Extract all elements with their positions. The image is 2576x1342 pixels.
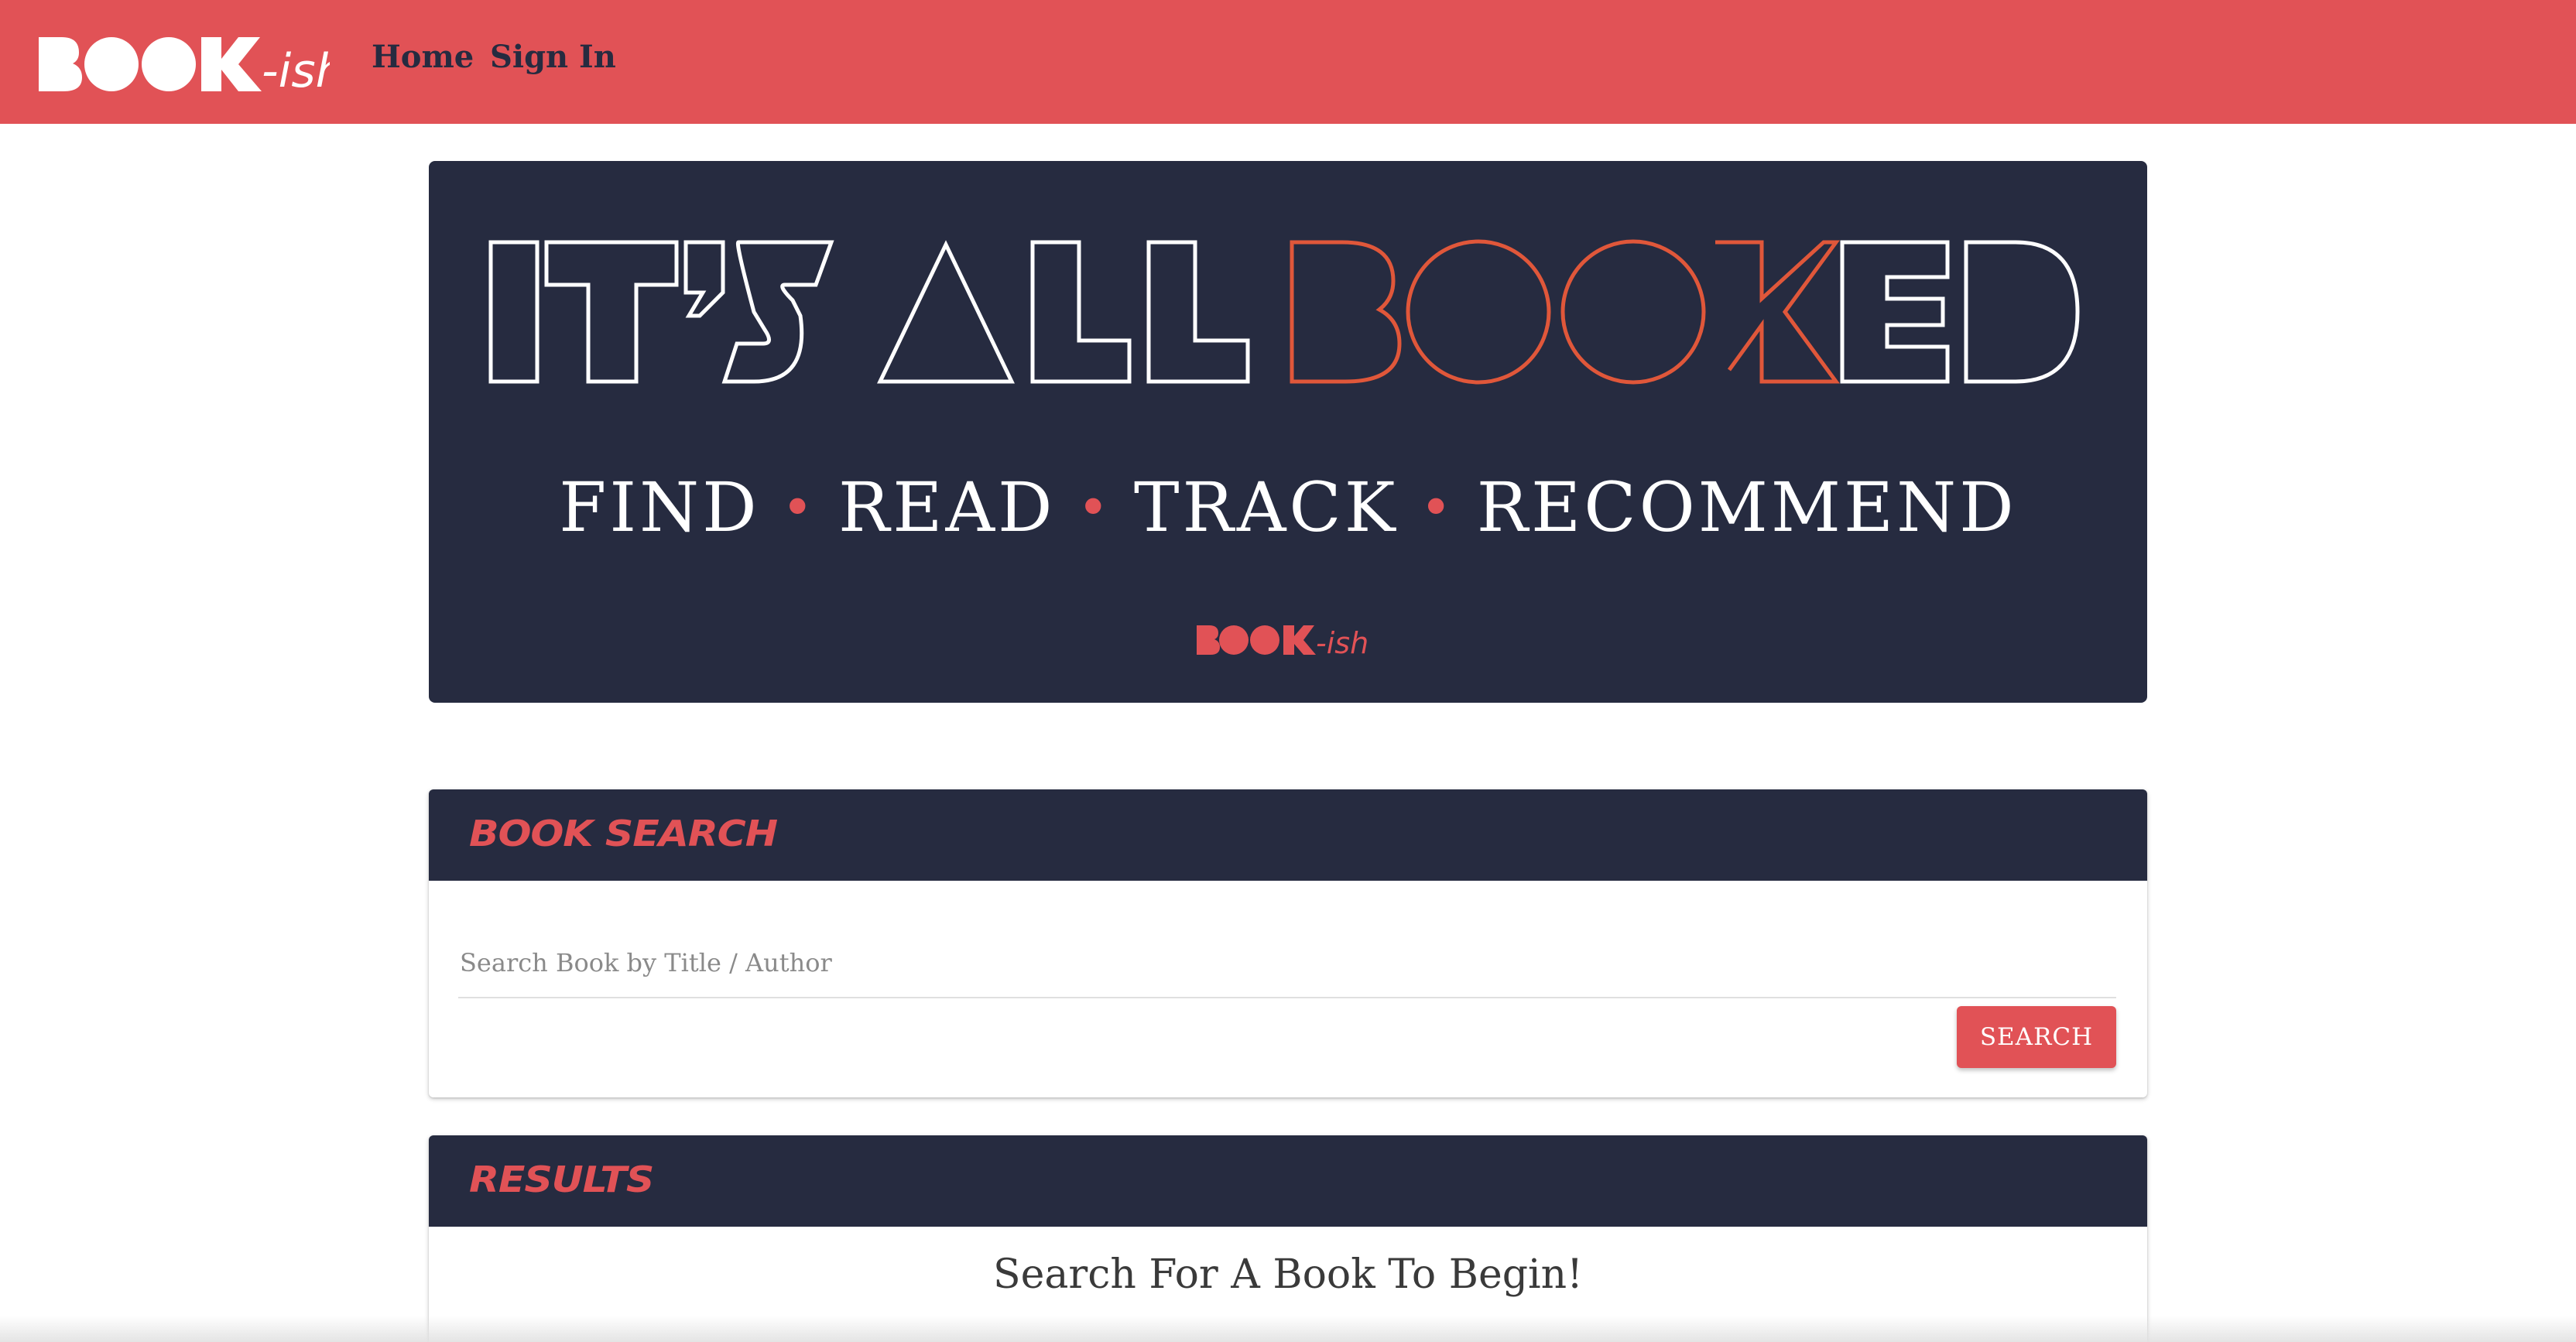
nav-link-sign-in[interactable]: Sign In	[490, 39, 616, 75]
tagline-separator: •	[1077, 476, 1112, 539]
tagline-recommend: RECOMMEND	[1476, 467, 2017, 547]
hero-headline-graphic: -ish	[488, 239, 2080, 660]
search-button[interactable]: SEARCH	[1957, 1006, 2116, 1068]
book-search-header: BOOK SEARCH	[429, 789, 2147, 881]
tagline-separator: •	[1420, 476, 1455, 539]
book-search-title: BOOK SEARCH	[469, 813, 778, 854]
svg-text:-ish: -ish	[262, 44, 330, 98]
hero-footer-logo: -ish	[1197, 625, 1368, 660]
hero-tagline: FIND • READ • TRACK • RECOMMEND	[429, 469, 2147, 551]
results-card: RESULTS Search For A Book To Begin!	[429, 1135, 2147, 1342]
svg-text:-ish: -ish	[1316, 626, 1368, 660]
results-header: RESULTS	[429, 1135, 2147, 1227]
hero-banner: -ish FIND • READ • TRACK • RECOMMEND	[429, 161, 2147, 703]
top-navbar: -ish Home Sign In	[0, 0, 2576, 124]
brand-logo[interactable]: -ish	[36, 29, 330, 99]
tagline-find: FIND	[559, 467, 760, 547]
book-search-input[interactable]	[458, 929, 2116, 998]
book-search-card: BOOK SEARCH SEARCH	[429, 789, 2147, 1097]
nav-link-home[interactable]: Home	[372, 39, 474, 75]
results-title: RESULTS	[469, 1159, 654, 1200]
results-empty-message: Search For A Book To Begin!	[992, 1251, 1584, 1298]
tagline-separator: •	[781, 476, 817, 539]
tagline-track: TRACK	[1133, 467, 1399, 547]
tagline-read: READ	[838, 467, 1056, 547]
